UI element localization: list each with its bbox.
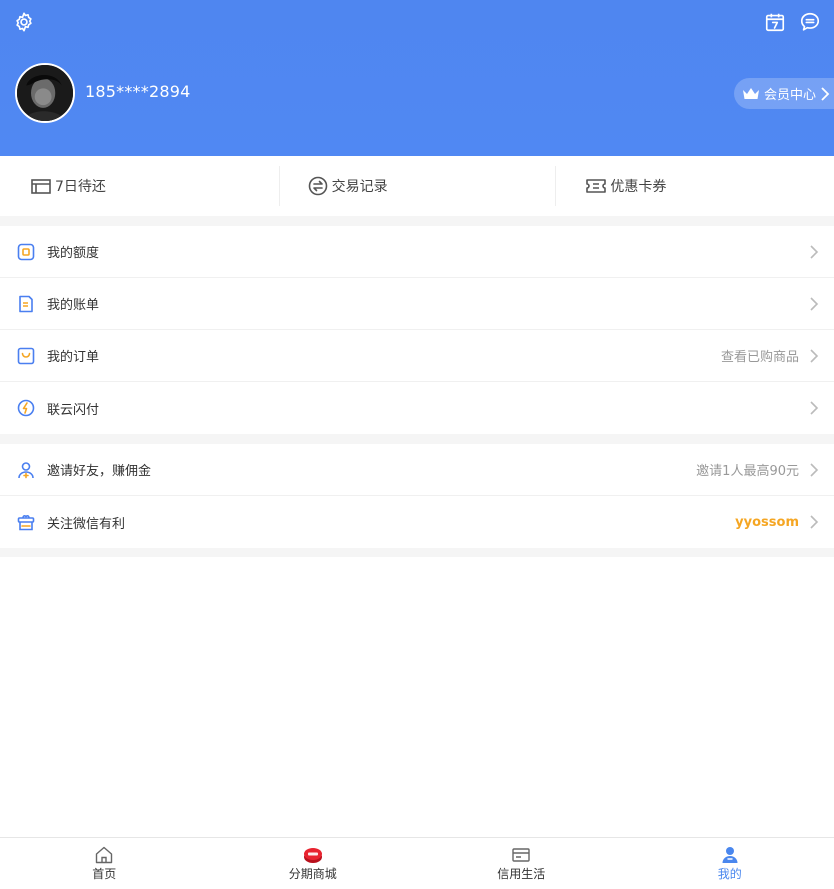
exchange-icon: [307, 176, 329, 196]
vip-center-button[interactable]: 会员中心: [734, 78, 834, 109]
tab-mine[interactable]: 我的: [626, 838, 834, 889]
quick-item-label: 7日待还: [55, 179, 106, 195]
menu-row-label: 联云闪付: [47, 402, 100, 418]
order-icon: [17, 347, 35, 365]
tab-installment-mall[interactable]: 分期商城: [209, 838, 418, 889]
chevron-right-icon: [809, 462, 819, 478]
quick-item-label: 优惠卡券: [610, 179, 667, 195]
tab-label: 首页: [92, 867, 117, 881]
section-divider: [0, 216, 834, 226]
tab-credit-life[interactable]: 信用生活: [417, 838, 626, 889]
vip-center-label: 会员中心: [764, 88, 817, 103]
invite-icon: [17, 461, 35, 479]
tab-label: 分期商城: [288, 867, 337, 881]
tab-home[interactable]: 首页: [0, 838, 209, 889]
chevron-right-icon: [820, 86, 830, 101]
menu-row-label: 我的订单: [47, 350, 100, 365]
bill-icon: [17, 295, 35, 313]
card-icon: [511, 845, 531, 865]
crown-icon: [742, 87, 760, 101]
home-icon: [94, 845, 114, 865]
wechat-account-id: yyossom: [735, 514, 799, 530]
profile-page: 185****2894 会员中心 7日待还 交易记录 优惠卡券 我的额度 我的账…: [0, 0, 834, 889]
menu-row-invite-friends[interactable]: 邀请好友，赚佣金 邀请1人最高90元: [0, 444, 834, 496]
wallet-icon: [30, 176, 52, 196]
menu-group-finance: 我的额度 我的账单 我的订单 查看已购商品 联云闪付: [0, 226, 834, 434]
avatar[interactable]: [15, 63, 75, 123]
user-phone-number: 185****2894: [85, 82, 191, 101]
quick-item-transactions[interactable]: 交易记录: [278, 156, 556, 216]
menu-row-my-bill[interactable]: 我的账单: [0, 278, 834, 330]
tab-label: 信用生活: [497, 867, 546, 881]
ticket-icon: [585, 176, 607, 196]
menu-row-flash-pay[interactable]: 联云闪付: [0, 382, 834, 434]
chevron-right-icon: [809, 514, 819, 530]
menu-row-label: 关注微信有利: [47, 516, 126, 532]
menu-row-extra: 邀请1人最高90元: [696, 464, 799, 479]
menu-group-social: 邀请好友，赚佣金 邀请1人最高90元 关注微信有利 yyossom: [0, 444, 834, 548]
tab-label: 我的: [717, 867, 742, 881]
quick-actions-row: 7日待还 交易记录 优惠卡券: [0, 156, 834, 216]
calendar-icon[interactable]: [764, 11, 786, 33]
quick-item-label: 交易记录: [331, 179, 388, 195]
view-purchased-link[interactable]: 查看已购商品: [721, 346, 799, 365]
menu-row-follow-wechat[interactable]: 关注微信有利 yyossom: [0, 496, 834, 548]
chevron-right-icon: [809, 348, 819, 364]
bottom-tab-bar: 首页 分期商城 信用生活 我的: [0, 837, 834, 889]
menu-row-my-order[interactable]: 我的订单 查看已购商品: [0, 330, 834, 382]
quick-item-coupons[interactable]: 优惠卡券: [555, 156, 834, 216]
profile-header: 185****2894 会员中心: [0, 0, 834, 156]
section-divider: [0, 434, 834, 444]
flash-pay-icon: [17, 399, 35, 417]
section-divider: [0, 548, 834, 557]
menu-row-label: 我的账单: [47, 298, 100, 313]
menu-row-label: 邀请好友，赚佣金: [47, 464, 152, 479]
quick-item-due-7-days[interactable]: 7日待还: [0, 156, 279, 216]
user-icon: [720, 845, 740, 865]
quota-icon: [17, 243, 35, 261]
settings-gear-icon[interactable]: [13, 11, 35, 33]
chevron-right-icon: [809, 400, 819, 416]
menu-row-label: 我的额度: [47, 246, 100, 261]
mall-icon: [303, 845, 323, 865]
menu-row-my-quota[interactable]: 我的额度: [0, 226, 834, 278]
chevron-right-icon: [809, 244, 819, 260]
message-bubble-icon[interactable]: [799, 11, 821, 33]
gift-icon: [17, 513, 35, 531]
chevron-right-icon: [809, 296, 819, 312]
